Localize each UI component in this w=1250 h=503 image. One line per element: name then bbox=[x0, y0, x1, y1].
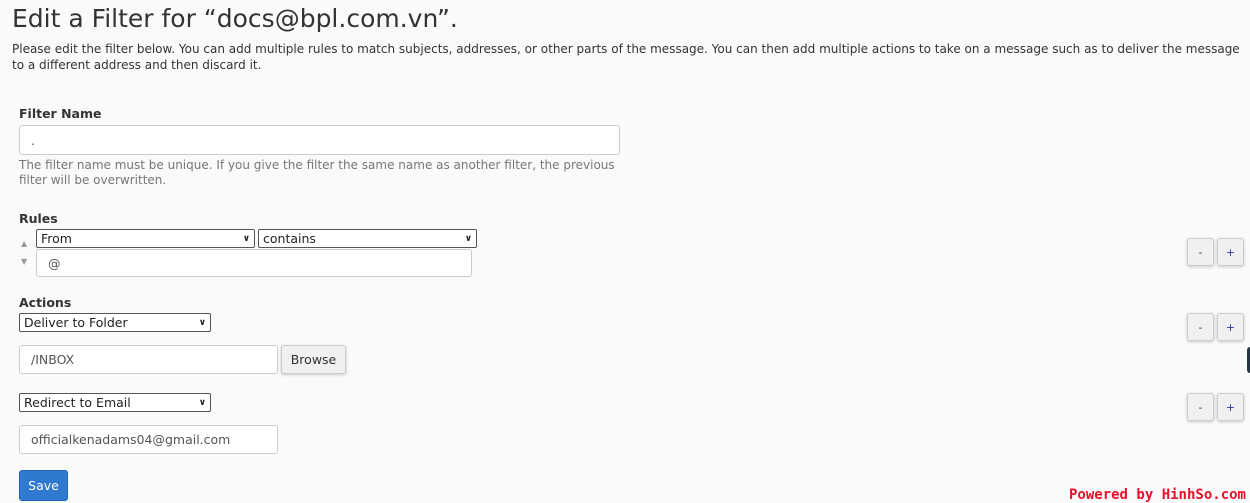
actions-label: Actions bbox=[19, 295, 72, 310]
rule-value-input[interactable]: @ bbox=[36, 249, 472, 277]
remove-action-button[interactable]: - bbox=[1187, 313, 1214, 341]
rule-match-value: contains bbox=[263, 231, 316, 246]
add-action-button[interactable]: + bbox=[1217, 313, 1244, 341]
save-button[interactable]: Save bbox=[19, 470, 68, 501]
chevron-down-icon: ∨ bbox=[242, 233, 250, 244]
rule-match-select[interactable]: contains ∨ bbox=[258, 229, 477, 248]
rules-label: Rules bbox=[19, 211, 58, 226]
page-description: Please edit the filter below. You can ad… bbox=[12, 42, 1240, 72]
browse-button[interactable]: Browse bbox=[281, 345, 346, 374]
chevron-down-icon: ∨ bbox=[198, 317, 206, 328]
move-down-icon[interactable]: ▼ bbox=[21, 257, 27, 266]
chevron-down-icon: ∨ bbox=[464, 233, 472, 244]
rule-part-select[interactable]: From ∨ bbox=[36, 229, 255, 248]
add-action-button[interactable]: + bbox=[1217, 393, 1244, 421]
add-rule-button[interactable]: + bbox=[1217, 238, 1244, 266]
action-select-2[interactable]: Redirect to Email ∨ bbox=[19, 393, 211, 412]
remove-rule-button[interactable]: - bbox=[1187, 238, 1214, 266]
filter-name-help: The filter name must be unique. If you g… bbox=[19, 158, 615, 187]
redirect-email-input[interactable]: officialkenadams04@gmail.com bbox=[19, 425, 278, 454]
filter-name-label: Filter Name bbox=[19, 106, 102, 121]
folder-input[interactable]: /INBOX bbox=[19, 345, 278, 374]
action-value: Redirect to Email bbox=[24, 395, 131, 410]
action-select-1[interactable]: Deliver to Folder ∨ bbox=[19, 313, 211, 332]
rule-part-value: From bbox=[41, 231, 72, 246]
chevron-down-icon: ∨ bbox=[198, 397, 206, 408]
filter-name-input[interactable]: . bbox=[19, 125, 620, 155]
page-title: Edit a Filter for “docs@bpl.com.vn”. bbox=[12, 4, 458, 33]
remove-action-button[interactable]: - bbox=[1187, 393, 1214, 421]
action-value: Deliver to Folder bbox=[24, 315, 128, 330]
watermark: Powered by HinhSo.com bbox=[1068, 487, 1246, 503]
move-up-icon[interactable]: ▲ bbox=[21, 239, 27, 248]
